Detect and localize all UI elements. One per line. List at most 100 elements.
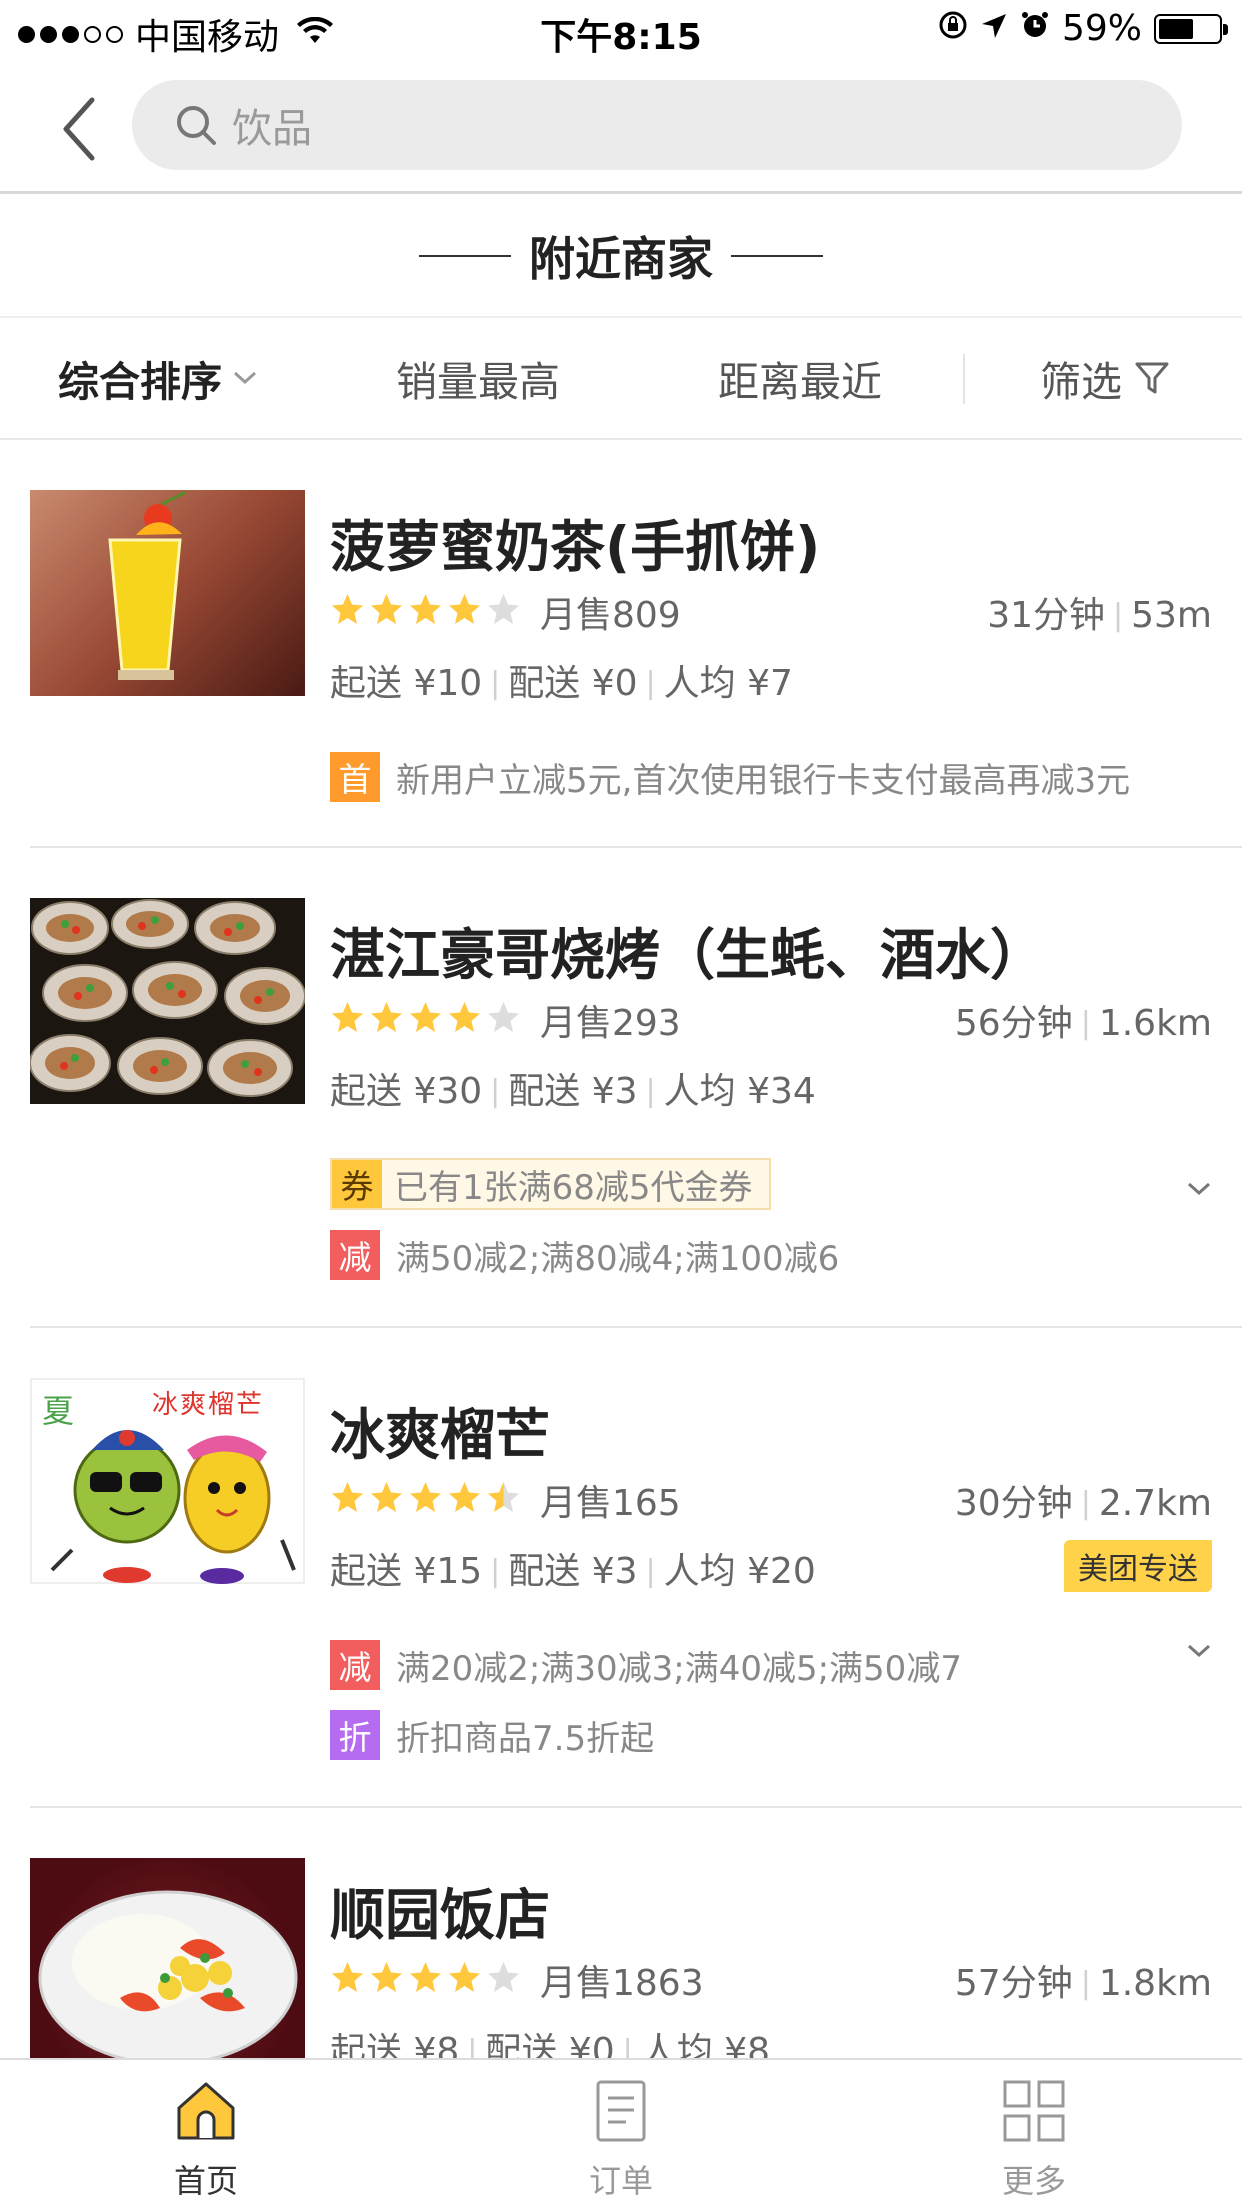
shop-list-item[interactable]: 夏 冰爽榴芒 冰爽榴芒 月售165 30分钟 | 2.7km 起送 ¥15 | 配送 ¥… bbox=[30, 1378, 1242, 1808]
monthly-sales: 月售165 bbox=[540, 1483, 681, 1524]
chevron-down-icon bbox=[233, 371, 257, 385]
orientation-lock-icon bbox=[938, 8, 968, 49]
shop-list-item[interactable]: 顺园饭店 月售1863 57分钟 | 1.8km 起送 ¥8 | 配送 ¥0 | 人均 ¥8 bbox=[30, 1858, 1242, 2058]
shop-name: 冰爽榴芒 bbox=[330, 1403, 551, 1467]
shop-stats: 月售165 30分钟 | 2.7km bbox=[330, 1474, 1212, 1524]
delivery-time: 31分钟 bbox=[987, 595, 1105, 636]
sort-by-sales[interactable]: 销量最高 bbox=[396, 348, 560, 408]
distance: 1.8km bbox=[1098, 1963, 1212, 2004]
coupon-row: 券 已有1张满68减5代金券 bbox=[330, 1158, 771, 1210]
delivery-fee: 配送 ¥0 bbox=[485, 2031, 615, 2058]
battery-percent: 59% bbox=[1061, 8, 1142, 49]
tab-bar: 首页 订单 更多 bbox=[0, 2058, 1242, 2208]
delivery-fee: 配送 ¥3 bbox=[508, 1071, 638, 1112]
tab-home[interactable]: 首页 bbox=[116, 2070, 296, 2202]
star-icon bbox=[410, 594, 441, 624]
promo-tag: 减 bbox=[330, 1640, 380, 1690]
delivery-fee: 配送 ¥3 bbox=[508, 1551, 638, 1592]
star-icon bbox=[410, 1962, 441, 1992]
shop-image bbox=[30, 898, 305, 1104]
star-icon bbox=[410, 1002, 441, 1032]
shop-name: 菠萝蜜奶茶(手抓饼) bbox=[330, 515, 821, 579]
expand-promos-chevron-down-icon[interactable] bbox=[1186, 1180, 1212, 1198]
star-rating bbox=[330, 592, 521, 627]
tab-home-label: 首页 bbox=[173, 2162, 238, 2200]
star-icon bbox=[488, 1482, 519, 1512]
promo-text: 折扣商品7.5折起 bbox=[396, 1718, 655, 1759]
sort-dropdown[interactable]: 综合排序 bbox=[58, 348, 258, 408]
star-rating bbox=[330, 1960, 521, 1995]
battery-icon bbox=[1154, 13, 1228, 44]
star-icon bbox=[332, 1002, 363, 1032]
star-icon bbox=[371, 1002, 402, 1032]
delivery-time-distance: 30分钟 | 2.7km bbox=[954, 1483, 1212, 1524]
tab-more[interactable]: 更多 bbox=[944, 2070, 1124, 2202]
shop-list-item[interactable]: 菠萝蜜奶茶(手抓饼) 月售809 31分钟 | 53m 起送 ¥10 | 配送 ¥0 | 人… bbox=[30, 490, 1242, 848]
monthly-sales: 月售293 bbox=[540, 1003, 681, 1044]
star-icon bbox=[449, 1962, 480, 1992]
delivery-time-distance: 56分钟 | 1.6km bbox=[954, 1003, 1212, 1044]
sort-by-distance[interactable]: 距离最近 bbox=[718, 348, 882, 408]
orders-icon bbox=[586, 2076, 656, 2146]
search-placeholder: 饮品 bbox=[232, 106, 312, 152]
min-order: 起送 ¥30 bbox=[330, 1071, 483, 1112]
section-title: 附近商家 bbox=[529, 232, 713, 286]
shop-stats: 月售293 56分钟 | 1.6km bbox=[330, 994, 1212, 1044]
promo-row: 首 新用户立减5元,首次使用银行卡支付最高再减3元 bbox=[330, 752, 1130, 802]
promo-text: 已有1张满68减5代金券 bbox=[394, 1167, 753, 1208]
monthly-sales: 月售1863 bbox=[540, 1963, 704, 2004]
distance: 2.7km bbox=[1098, 1483, 1212, 1524]
tab-orders[interactable]: 订单 bbox=[531, 2070, 711, 2202]
divider bbox=[731, 255, 823, 257]
shop-prices: 起送 ¥10 | 配送 ¥0 | 人均 ¥7 bbox=[330, 663, 793, 704]
promo-text: 满50减2;满80减4;满100减6 bbox=[396, 1238, 840, 1279]
star-icon bbox=[332, 1482, 363, 1512]
coupon-box: 券 已有1张满68减5代金券 bbox=[330, 1158, 771, 1210]
filter-bar: 综合排序 销量最高 距离最近 筛选 bbox=[0, 318, 1242, 440]
delivery-fee: 配送 ¥0 bbox=[508, 663, 638, 704]
sort-label: 综合排序 bbox=[58, 358, 222, 406]
min-order: 起送 ¥15 bbox=[330, 1551, 483, 1592]
shop-stats: 月售809 31分钟 | 53m bbox=[330, 586, 1212, 636]
alarm-icon bbox=[1020, 8, 1050, 49]
filter-label: 筛选 bbox=[1040, 358, 1122, 406]
delivery-badge: 美团专送 bbox=[1064, 1540, 1212, 1592]
min-order: 起送 ¥10 bbox=[330, 663, 483, 704]
nav-bar: 饮品 bbox=[0, 60, 1242, 194]
star-icon bbox=[449, 1002, 480, 1032]
back-icon bbox=[63, 97, 95, 161]
shop-image: 夏 冰爽榴芒 bbox=[30, 1378, 305, 1584]
per-person: 人均 ¥8 bbox=[640, 2031, 771, 2058]
star-icon bbox=[332, 1962, 363, 1992]
star-icon bbox=[371, 594, 402, 624]
delivery-time: 57分钟 bbox=[954, 1963, 1073, 2004]
divider bbox=[419, 255, 511, 257]
back-button[interactable] bbox=[58, 94, 108, 164]
min-order: 起送 ¥8 bbox=[330, 2031, 460, 2058]
expand-promos-chevron-down-icon[interactable] bbox=[1186, 1642, 1212, 1660]
shop-list-item[interactable]: 湛江豪哥烧烤（生蚝、酒水） 月售293 56分钟 | 1.6km 起送 ¥30 | 配送… bbox=[30, 898, 1242, 1328]
shop-name: 顺园饭店 bbox=[330, 1883, 551, 1947]
shop-name: 湛江豪哥烧烤（生蚝、酒水） bbox=[330, 923, 1046, 987]
delivery-time: 30分钟 bbox=[954, 1483, 1073, 1524]
location-icon bbox=[980, 8, 1008, 49]
shop-image bbox=[30, 490, 305, 696]
star-icon bbox=[371, 1482, 402, 1512]
star-icon bbox=[449, 594, 480, 624]
home-icon bbox=[171, 2076, 241, 2146]
tab-orders-label: 订单 bbox=[588, 2162, 653, 2200]
tab-more-label: 更多 bbox=[1001, 2162, 1066, 2200]
promo-text: 满20减2;满30减3;满40减5;满50减7 bbox=[396, 1648, 962, 1689]
search-icon bbox=[177, 106, 216, 145]
star-rating bbox=[330, 1000, 521, 1035]
status-bar: 中国移动 下午8:15 59% bbox=[0, 0, 1242, 60]
star-icon bbox=[488, 1002, 519, 1032]
promo-row: 减 满50减2;满80减4;满100减6 bbox=[330, 1230, 839, 1280]
delivery-time-distance: 31分钟 | 53m bbox=[987, 595, 1212, 636]
filter-button[interactable]: 筛选 bbox=[1040, 348, 1170, 408]
star-icon bbox=[488, 594, 519, 624]
per-person: 人均 ¥20 bbox=[663, 1551, 816, 1592]
filter-icon bbox=[1135, 362, 1169, 394]
promo-tag: 减 bbox=[330, 1230, 380, 1280]
search-input[interactable]: 饮品 bbox=[132, 80, 1182, 170]
